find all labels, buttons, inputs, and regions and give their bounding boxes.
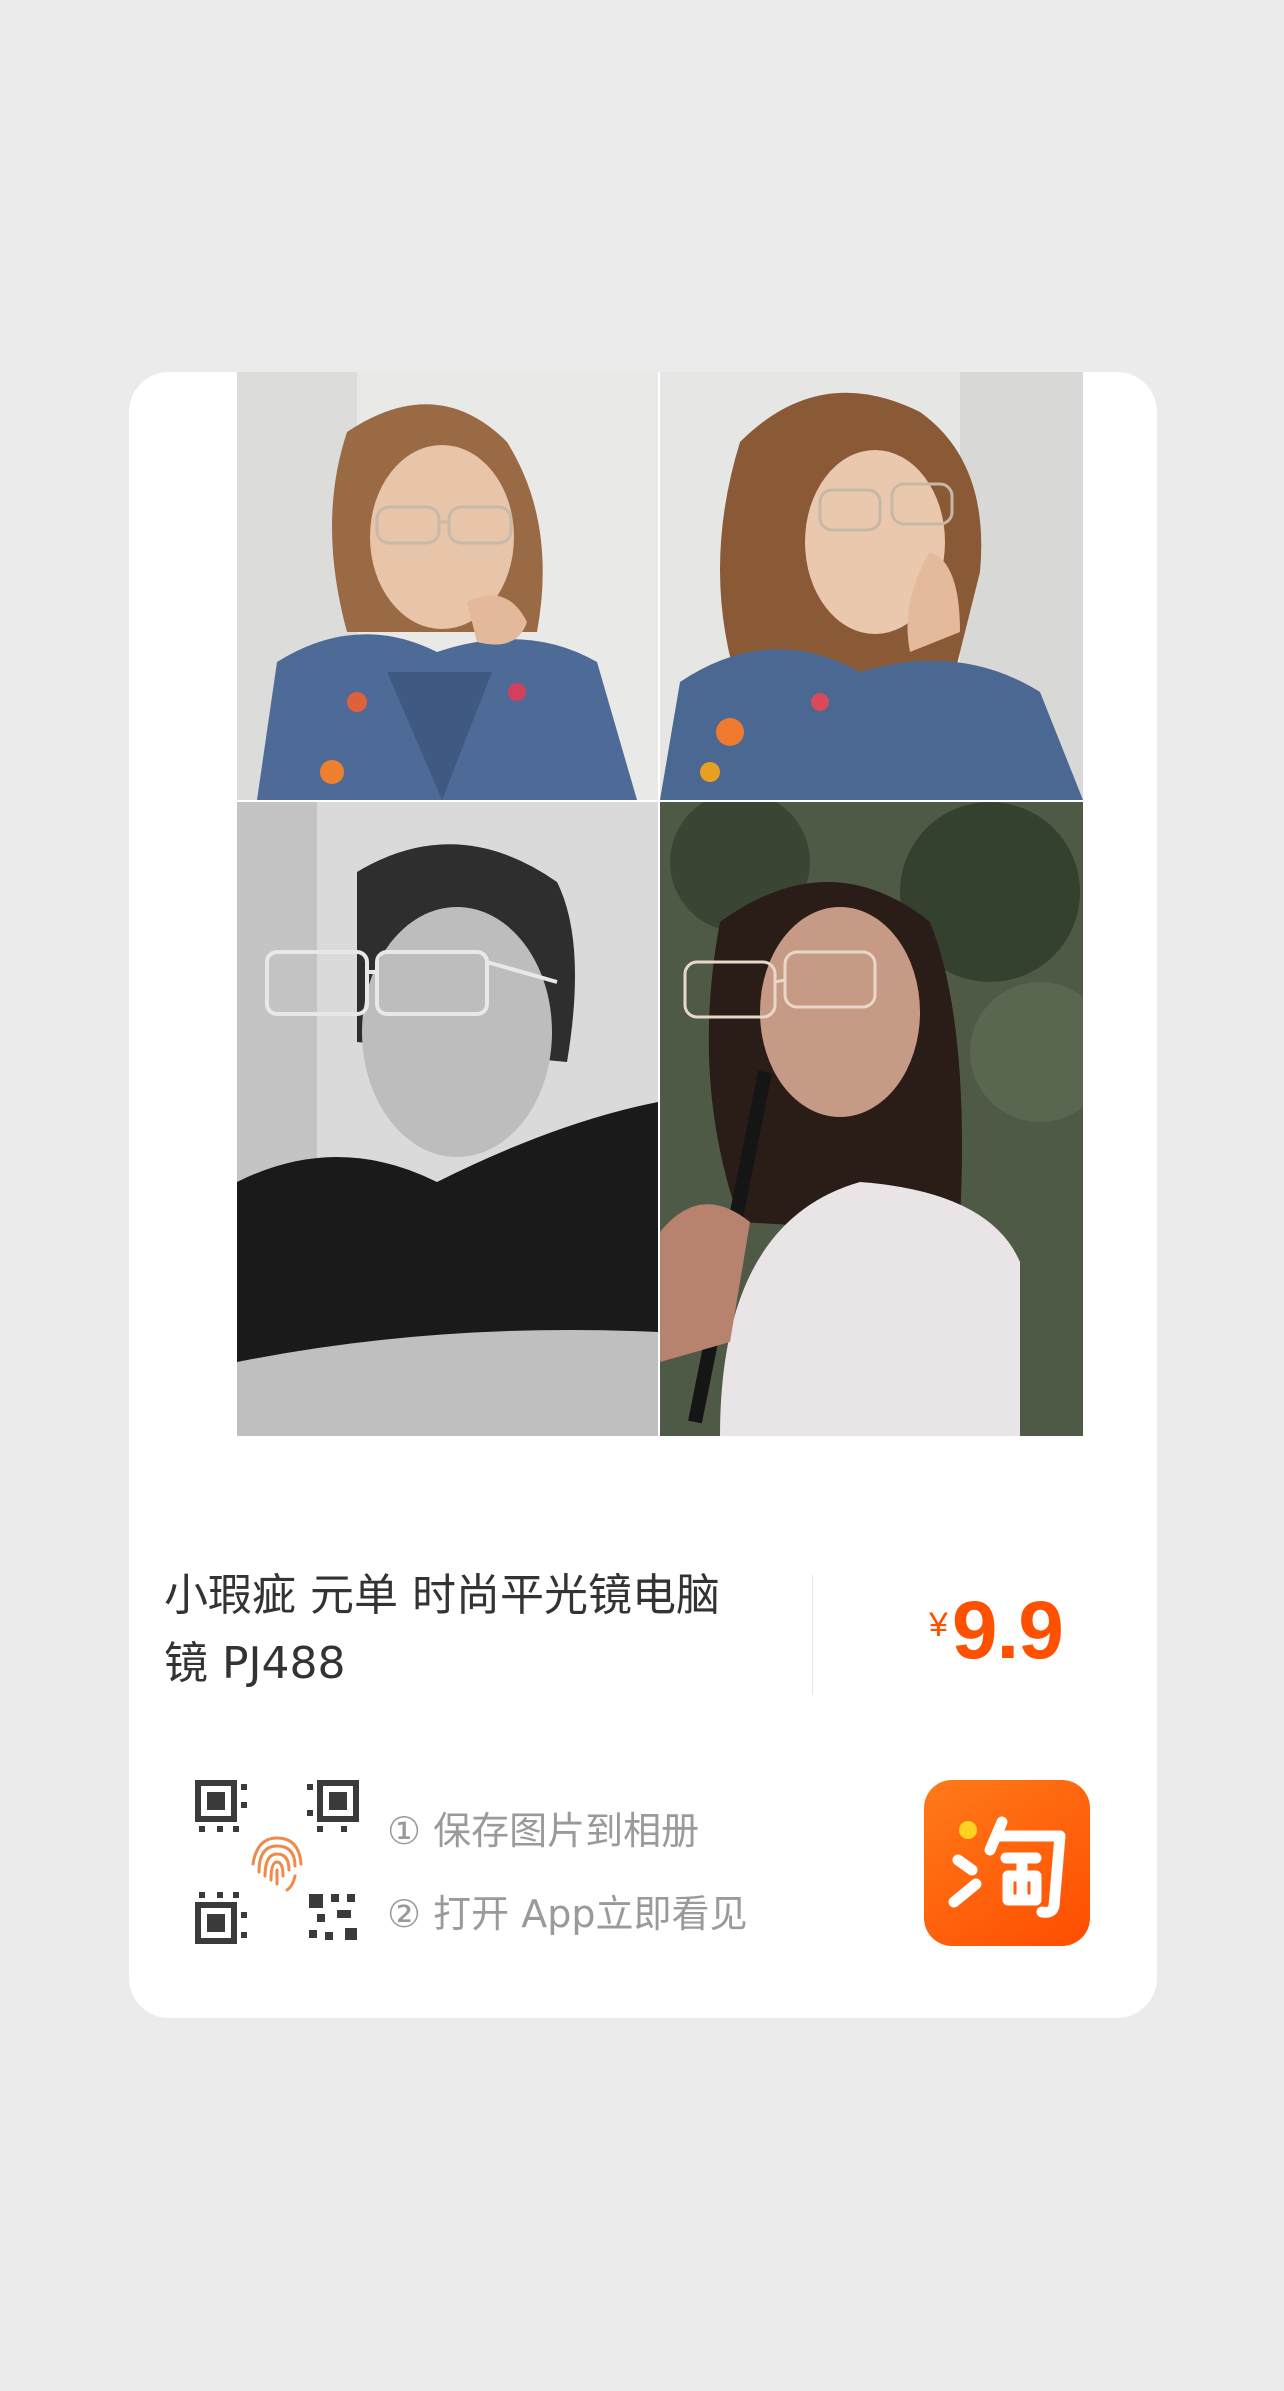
product-price: ¥9.9 bbox=[929, 1584, 1064, 1678]
instruction-step-1: ① 保存图片到相册 bbox=[387, 1809, 700, 1853]
price-amount: 9.9 bbox=[951, 1585, 1064, 1676]
qr-code-icon[interactable] bbox=[195, 1780, 359, 1944]
fingerprint-icon bbox=[251, 1836, 303, 1892]
product-title: 小瑕疵 元单 时尚平光镜电脑镜 PJ488 bbox=[164, 1570, 720, 1689]
product-photo-2 bbox=[660, 372, 1083, 800]
share-card: 小瑕疵 元单 时尚平光镜电脑镜 PJ488 ¥9.9 ① 保存图片到相册 ② 打… bbox=[129, 372, 1157, 2018]
product-photo-3 bbox=[237, 802, 658, 1436]
taobao-app-icon[interactable] bbox=[924, 1780, 1090, 1946]
product-photo-4 bbox=[660, 802, 1083, 1436]
price-currency: ¥ bbox=[929, 1606, 948, 1644]
product-image-collage[interactable] bbox=[237, 372, 1083, 1436]
instruction-step-2: ② 打开 App立即看见 bbox=[387, 1892, 748, 1936]
title-price-divider bbox=[812, 1575, 813, 1695]
product-photo-1 bbox=[237, 372, 658, 800]
instructions: ① 保存图片到相册 ② 打开 App立即看见 bbox=[387, 1790, 747, 1956]
